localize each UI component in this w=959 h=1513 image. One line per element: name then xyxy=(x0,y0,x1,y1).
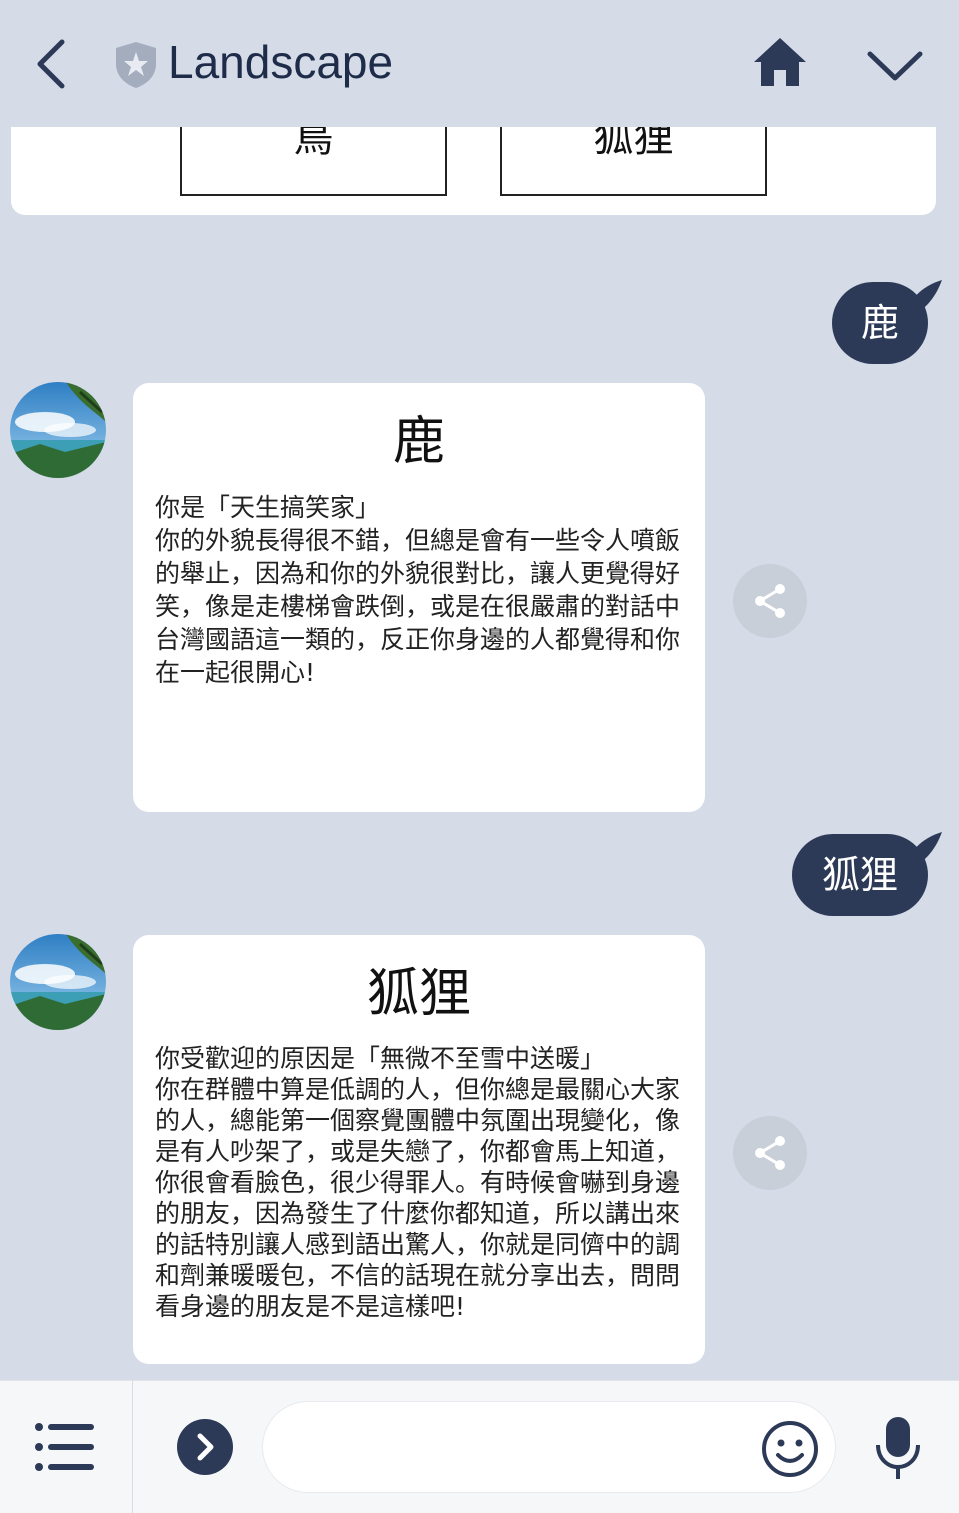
bubble-tail xyxy=(902,832,942,866)
emoji-button[interactable] xyxy=(760,1419,820,1479)
shield-star-icon xyxy=(113,40,159,90)
bot-result-card: 鹿 你是「天生搞笑家」 你的外貌長得很不錯，但總是會有一些令人噴飯的舉止，因為和… xyxy=(133,383,705,812)
back-arrow-icon xyxy=(37,39,65,89)
chat-screen: Landscape 鳥 狐狸 鹿 鹿 你是「天生搞笑家」 你的外貌長得很不錯，但… xyxy=(0,0,959,1513)
bot-avatar[interactable] xyxy=(10,934,106,1030)
microphone-button[interactable] xyxy=(872,1415,924,1481)
share-button[interactable] xyxy=(733,564,807,638)
share-button[interactable] xyxy=(733,1116,807,1190)
result-body: 你受歡迎的原因是「無微不至雪中送暖」 你在群體中算是低調的人，但你總是最關心大家… xyxy=(155,1044,681,1321)
menu-button[interactable] xyxy=(30,1419,100,1475)
chevron-down-icon xyxy=(867,51,923,81)
home-icon xyxy=(754,38,806,86)
input-bar xyxy=(0,1380,959,1513)
header-bar: Landscape xyxy=(0,0,959,127)
result-body: 你是「天生搞笑家」 你的外貌長得很不錯，但總是會有一些令人噴飯的舉止，因為和你的… xyxy=(155,493,681,687)
result-title: 鹿 xyxy=(392,412,445,472)
user-message-text: 鹿 xyxy=(860,301,899,345)
result-title: 狐狸 xyxy=(366,964,471,1024)
user-message-bubble: 狐狸 xyxy=(792,832,942,916)
share-icon xyxy=(755,584,785,618)
expand-button[interactable] xyxy=(177,1419,233,1475)
microphone-icon xyxy=(876,1417,920,1479)
user-message-bubble: 鹿 xyxy=(832,280,942,364)
collapse-button[interactable] xyxy=(864,40,926,90)
chat-title: Landscape xyxy=(168,36,394,88)
home-button[interactable] xyxy=(750,34,810,92)
user-message-text: 狐狸 xyxy=(821,853,898,897)
bot-result-card: 狐狸 你受歡迎的原因是「無微不至雪中送暖」 你在群體中算是低調的人，但你總是最關… xyxy=(133,935,705,1364)
footer-divider xyxy=(132,1381,133,1513)
bubble-tail xyxy=(902,280,942,314)
bot-avatar[interactable] xyxy=(10,382,106,478)
menu-icon xyxy=(35,1423,94,1471)
share-icon xyxy=(755,1136,785,1170)
back-button[interactable] xyxy=(30,36,80,92)
emoji-icon xyxy=(762,1421,818,1477)
message-input[interactable] xyxy=(262,1401,836,1493)
expand-arrow-icon xyxy=(197,1433,214,1461)
